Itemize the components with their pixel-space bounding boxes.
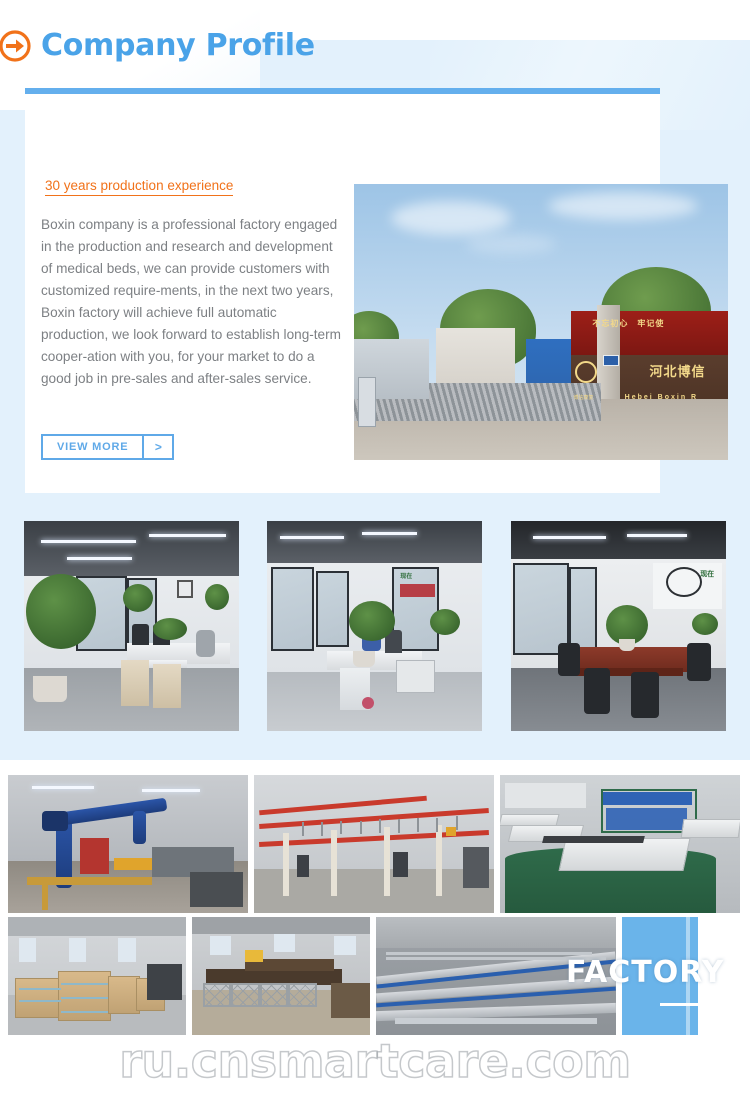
conference-room-photo: 现在 — [511, 521, 726, 731]
factory-row-top — [8, 775, 740, 913]
thumb-conference-room[interactable]: 现在 Our conference room — [511, 521, 726, 731]
factory-photo-cartons — [8, 917, 186, 1035]
facility-thumbnail-row: Our rest area 现在 — [0, 521, 750, 731]
view-more-label: VIEW MORE — [43, 436, 145, 458]
factory-photo-assembly — [500, 775, 740, 913]
site-watermark: ru.cnsmartcare.com — [119, 1033, 632, 1089]
factory-photo-robot — [8, 775, 248, 913]
factory-label: FACTORY — [566, 955, 725, 990]
view-more-button[interactable]: VIEW MORE > — [41, 434, 175, 460]
factory-underline — [660, 1003, 722, 1006]
about-body-text: Boxin company is a professional factory … — [41, 217, 341, 386]
section-heading: Company Profile — [0, 28, 315, 63]
circle-arrow-right-icon — [0, 29, 32, 63]
office-block-photo: 现在 — [267, 521, 482, 731]
page-root: About us Company Profile 30 years produc… — [0, 0, 750, 1100]
chevron-right-icon: > — [154, 440, 162, 454]
factory-photo-paint-line — [254, 775, 494, 913]
hero-factory-gate-photo: 不忘初心 牢记使 河北博信 Hebei Boxin R 博信康复 — [354, 184, 728, 460]
section-title-text: Company Profile — [41, 28, 315, 63]
rest-area-photo — [24, 521, 239, 731]
thumb-office-block[interactable]: 现在 Our office block — [267, 521, 482, 731]
factory-photo-grid — [0, 775, 750, 1043]
subtitle-experience: 30 years production experience — [45, 178, 234, 196]
thumb-rest-area[interactable]: Our rest area — [24, 521, 239, 731]
factory-photo-steel-frame — [192, 917, 370, 1035]
